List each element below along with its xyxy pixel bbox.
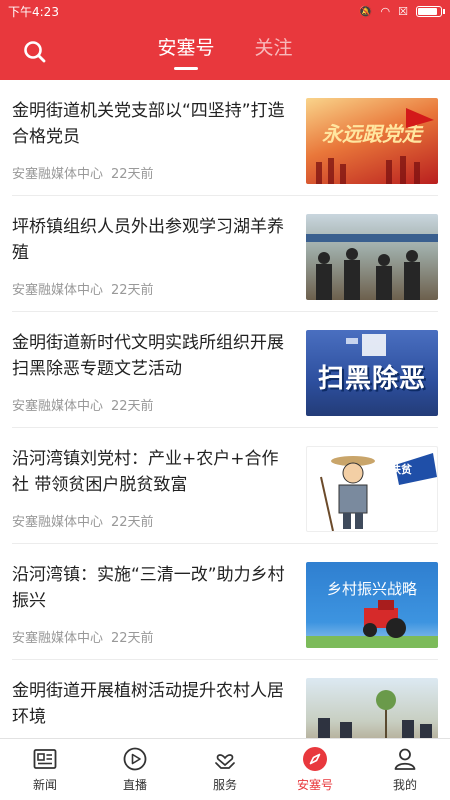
article-source: 安塞融媒体中心	[12, 631, 104, 646]
article-title: 沿河湾镇：实施“三清一改”助力乡村振兴	[12, 565, 285, 611]
news-feed: 金明街道机关党支部以“四坚持”打造合格党员 安塞融媒体中心 22天前 永远跟党走 …	[0, 80, 450, 738]
nav-anse-hao[interactable]: 安塞号	[270, 739, 360, 800]
nav-mine[interactable]: 我的	[360, 739, 450, 800]
article-source: 安塞融媒体中心	[12, 167, 104, 182]
tab-follow[interactable]: 关注	[255, 33, 293, 70]
list-item[interactable]: 沿河湾镇刘党村：产业+农户+合作社 带领贫困户脱贫致富 安塞融媒体中心 22天前 …	[12, 428, 438, 544]
article-thumbnail	[306, 678, 438, 738]
nav-label: 服务	[212, 778, 237, 792]
news-icon	[33, 749, 57, 769]
article-source: 安塞融媒体中心	[12, 515, 104, 530]
nav-service[interactable]: 服务	[180, 739, 270, 800]
status-bar: 下午4:23 🔕 ◠ ☒	[0, 0, 450, 22]
nav-label: 直播	[122, 778, 147, 792]
article-source: 安塞融媒体中心	[12, 399, 104, 414]
article-meta: 安塞融媒体中心 22天前	[12, 163, 294, 182]
article-time: 22天前	[111, 167, 154, 182]
article-meta: 安塞融媒体中心 22天前	[12, 279, 294, 298]
play-icon	[123, 747, 147, 771]
nav-news[interactable]: 新闻	[0, 739, 90, 800]
article-title: 金明街道机关党支部以“四坚持”打造合格党员	[12, 101, 285, 147]
list-item[interactable]: 金明街道新时代文明实践所组织开展扫黑除恶专题文艺活动 安塞融媒体中心 22天前 扫…	[12, 312, 438, 428]
article-source: 安塞融媒体中心	[12, 283, 104, 298]
thumbnail-caption: 扫黑除恶	[317, 364, 426, 394]
header-tabs: 安塞号 关注	[157, 33, 293, 70]
article-title: 沿河湾镇刘党村：产业+农户+合作社 带领贫困户脱贫致富	[12, 449, 279, 495]
list-item[interactable]: 坪桥镇组织人员外出参观学习湖羊养殖 安塞融媒体中心 22天前	[12, 196, 438, 312]
top-bar: 安塞号 关注	[0, 22, 450, 80]
article-meta: 安塞融媒体中心 22天前	[12, 511, 294, 530]
bottom-nav: 新闻 直播 服务 安塞号 我的	[0, 738, 450, 800]
article-thumbnail: 扫黑除恶	[306, 330, 438, 416]
user-icon	[394, 748, 416, 770]
article-title: 金明街道新时代文明实践所组织开展扫黑除恶专题文艺活动	[12, 333, 284, 379]
battery-icon	[416, 5, 445, 17]
status-icons: 🔕 ◠ ☒	[358, 4, 445, 18]
article-time: 22天前	[111, 515, 154, 530]
compass-icon	[303, 747, 327, 771]
mute-icon: 🔕	[358, 4, 373, 18]
list-item[interactable]: 沿河湾镇：实施“三清一改”助力乡村振兴 安塞融媒体中心 22天前 乡村振兴战略	[12, 544, 438, 660]
thumbnail-caption: 扶贫	[390, 463, 412, 476]
article-time: 22天前	[111, 283, 154, 298]
article-thumbnail: 永远跟党走	[306, 98, 438, 184]
article-time: 22天前	[111, 631, 154, 646]
search-icon[interactable]	[22, 39, 48, 65]
article-title: 金明街道开展植树活动提升农村人居环境	[12, 681, 284, 727]
sim-icon: ☒	[398, 4, 408, 18]
article-title: 坪桥镇组织人员外出参观学习湖羊养殖	[12, 217, 284, 263]
article-thumbnail: 扶贫	[306, 446, 438, 532]
nav-live[interactable]: 直播	[90, 739, 180, 800]
article-thumbnail: 乡村振兴战略	[306, 562, 438, 648]
service-icon	[215, 754, 235, 769]
list-item[interactable]: 金明街道机关党支部以“四坚持”打造合格党员 安塞融媒体中心 22天前 永远跟党走	[12, 80, 438, 196]
wifi-icon: ◠	[380, 4, 391, 18]
status-time: 下午4:23	[8, 4, 59, 19]
nav-label: 我的	[392, 778, 417, 792]
tab-anse-hao[interactable]: 安塞号	[157, 33, 215, 70]
article-time: 22天前	[111, 399, 154, 414]
nav-label: 新闻	[32, 778, 57, 792]
article-meta: 安塞融媒体中心 22天前	[12, 627, 294, 646]
nav-label: 安塞号	[296, 778, 333, 792]
list-item[interactable]: 金明街道开展植树活动提升农村人居环境	[12, 660, 438, 738]
article-meta: 安塞融媒体中心 22天前	[12, 395, 294, 414]
article-thumbnail	[306, 214, 438, 300]
